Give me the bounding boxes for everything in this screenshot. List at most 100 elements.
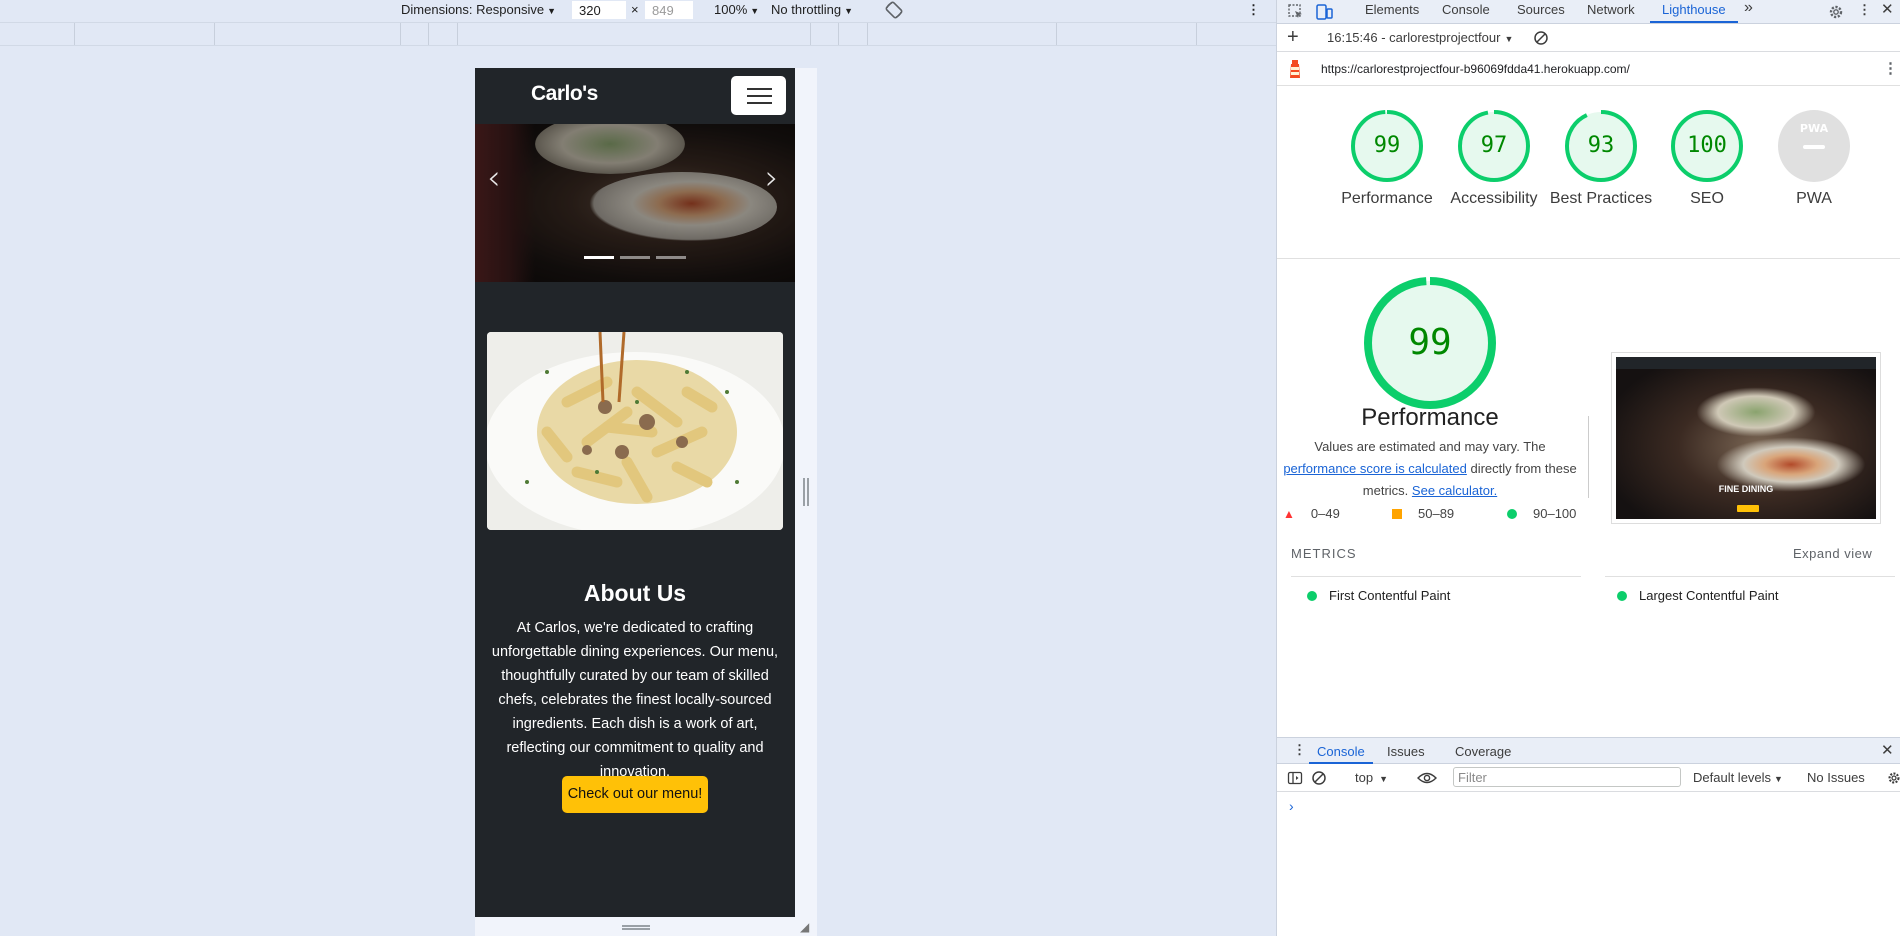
legend-fail: ▲ 0–49 [1283, 506, 1340, 521]
drawer-tab-coverage[interactable]: Coverage [1455, 744, 1511, 759]
tab-lighthouse[interactable]: Lighthouse [1662, 2, 1726, 17]
report-url[interactable]: https://carlorestprojectfour-b96069fdda4… [1321, 62, 1630, 76]
gauge-best-practices[interactable]: 93 Best Practices [1546, 110, 1656, 210]
score-calculated-link[interactable]: performance score is calculated [1283, 461, 1467, 476]
report-menu-icon[interactable]: ⋮ [1883, 59, 1898, 77]
description-text: Values are estimated and may vary. The [1314, 439, 1546, 454]
ruler-mark [400, 23, 401, 45]
drawer-menu-icon[interactable]: ⋮ [1293, 742, 1306, 758]
context-selector[interactable]: top ▼ [1355, 770, 1388, 785]
gauge-ring: 97 [1458, 110, 1530, 182]
log-levels-label: Default levels [1693, 770, 1772, 785]
console-settings-gear-icon[interactable] [1886, 770, 1900, 786]
performance-description: Values are estimated and may vary. The p… [1277, 436, 1583, 502]
active-tab-indicator [1650, 21, 1738, 23]
throttling-dropdown[interactable]: No throttling ▼ [771, 2, 853, 17]
drawer-tab-console[interactable]: Console [1317, 744, 1365, 759]
hero-carousel: ‹ › [475, 124, 795, 282]
ruler-mark [457, 23, 458, 45]
close-drawer-icon[interactable]: ✕ [1881, 741, 1894, 759]
drawer-tab-issues[interactable]: Issues [1387, 744, 1425, 759]
more-options-icon[interactable]: ⋮ [1247, 2, 1260, 18]
carousel-indicator[interactable] [656, 256, 686, 259]
square-icon [1392, 509, 1402, 519]
vertical-divider [1588, 416, 1589, 498]
see-calculator-link[interactable]: See calculator. [1412, 483, 1497, 498]
console-prompt-icon[interactable]: › [1289, 798, 1294, 814]
resize-handle-right[interactable] [803, 478, 809, 506]
metric-first-contentful-paint: First Contentful Paint [1307, 588, 1450, 603]
tab-network[interactable]: Network [1587, 2, 1635, 17]
inspect-element-icon[interactable] [1287, 3, 1305, 21]
navbar-toggler-button[interactable] [731, 76, 786, 115]
gauge-label: SEO [1690, 190, 1724, 207]
rotate-icon[interactable] [884, 0, 904, 20]
site-brand[interactable]: Carlo's [531, 82, 598, 106]
screenshot-title: FINE DINING [1718, 484, 1774, 494]
device-viewport: Carlo's ‹ › About Us At Carlos, we're de… [475, 68, 795, 936]
resize-corner-icon[interactable]: ◢ [800, 920, 809, 934]
tab-elements[interactable]: Elements [1365, 2, 1419, 17]
pwa-badge-icon: PWA [1799, 122, 1829, 135]
clear-console-icon[interactable] [1311, 770, 1327, 786]
dimensions-dropdown[interactable]: Dimensions: Responsive ▼ [401, 2, 556, 17]
close-devtools-icon[interactable]: ✕ [1881, 0, 1894, 18]
more-tabs-icon[interactable]: » [1744, 0, 1753, 17]
carousel-indicator[interactable] [620, 256, 650, 259]
legend-pass: 90–100 [1507, 506, 1576, 521]
site-navbar: Carlo's [475, 68, 795, 124]
caret-down-icon: ▼ [1379, 774, 1388, 784]
clear-reports-icon[interactable] [1533, 30, 1549, 46]
metric-label: Largest Contentful Paint [1639, 588, 1779, 603]
console-toolbar: top ▼ Filter Default levels ▼ No Issues [1277, 764, 1900, 792]
screenshot-preview: FINE DINING [1616, 357, 1876, 519]
devtools-tab-bar: Elements Console Sources Network Lightho… [1277, 0, 1900, 24]
ruler-mark [214, 23, 215, 45]
issues-count[interactable]: No Issues [1807, 770, 1865, 785]
height-input[interactable]: 849 [645, 1, 693, 19]
gauge-performance[interactable]: 99 Performance [1332, 110, 1442, 210]
menu-button[interactable]: Check out our menu! [562, 776, 708, 813]
screenshot-plate [1696, 387, 1816, 437]
metric-label: First Contentful Paint [1329, 588, 1451, 603]
expand-view-toggle[interactable]: Expand view [1793, 546, 1872, 561]
pasta-illustration [487, 332, 783, 530]
performance-big-score: 99 [1408, 322, 1452, 363]
gauge-label: Best Practices [1549, 190, 1653, 207]
settings-gear-icon[interactable] [1827, 3, 1845, 21]
console-drawer: ⋮ Console Issues Coverage ✕ top ▼ Filter [1277, 737, 1900, 936]
hamburger-icon [747, 102, 772, 104]
final-screenshot[interactable]: FINE DINING [1611, 352, 1881, 524]
gauge-accessibility[interactable]: 97 Accessibility [1439, 110, 1549, 210]
customize-menu-icon[interactable]: ⋮ [1858, 2, 1871, 18]
gauge-score: 100 [1687, 133, 1727, 158]
live-expression-eye-icon[interactable] [1417, 771, 1437, 785]
performance-big-gauge[interactable]: 99 [1363, 276, 1497, 410]
new-report-icon[interactable]: + [1287, 26, 1299, 48]
ruler-mark [1196, 23, 1197, 45]
report-selector[interactable]: 16:15:46 - carlorestprojectfour ▼ [1327, 30, 1513, 45]
report-selector-label: 16:15:46 - carlorestprojectfour [1327, 30, 1501, 45]
tab-sources[interactable]: Sources [1517, 2, 1565, 17]
dimensions-label: Dimensions: Responsive [401, 2, 545, 17]
report-url-bar: https://carlorestprojectfour-b96069fdda4… [1277, 52, 1900, 86]
zoom-dropdown[interactable]: 100% ▼ [714, 2, 759, 17]
times-sign: × [631, 2, 639, 17]
sidebar-toggle-icon[interactable] [1287, 770, 1303, 786]
gauge-pwa[interactable]: PWA PWA [1759, 110, 1869, 210]
carousel-next-icon[interactable]: › [765, 158, 779, 198]
circle-icon [1507, 509, 1517, 519]
width-input[interactable]: 320 [572, 1, 626, 19]
carousel-prev-icon[interactable]: ‹ [487, 158, 501, 198]
log-levels-dropdown[interactable]: Default levels ▼ [1693, 770, 1783, 785]
tab-console[interactable]: Console [1442, 2, 1490, 17]
lighthouse-toolbar: + 16:15:46 - carlorestprojectfour ▼ [1277, 24, 1900, 52]
gauge-seo[interactable]: 100 SEO [1652, 110, 1762, 210]
device-toolbar-icon[interactable] [1315, 3, 1333, 21]
metric-divider [1291, 576, 1581, 577]
caret-down-icon: ▼ [750, 6, 760, 16]
carousel-indicator[interactable] [584, 256, 614, 259]
console-filter-input[interactable]: Filter [1453, 767, 1681, 787]
ruler-mark [867, 23, 868, 45]
resize-handle-bottom[interactable] [622, 925, 650, 930]
